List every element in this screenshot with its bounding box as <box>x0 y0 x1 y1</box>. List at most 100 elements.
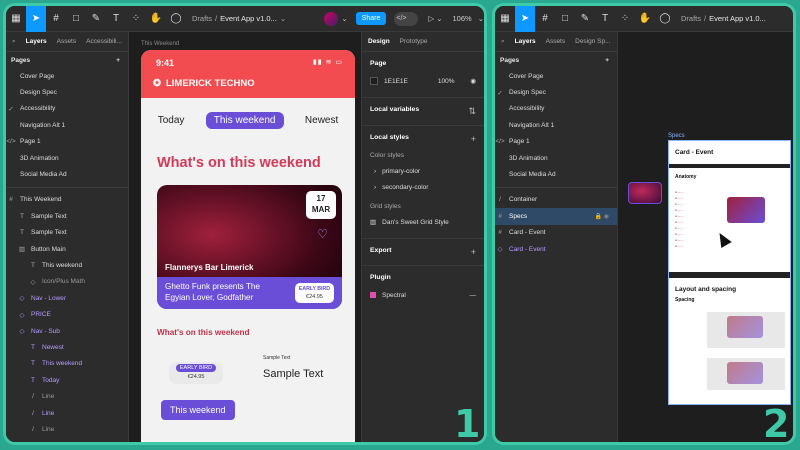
layer-item[interactable]: ▥ Button Main <box>6 241 128 257</box>
move-tool-icon[interactable]: ➤ <box>515 6 535 32</box>
heart-icon[interactable]: ♡ <box>317 227 328 241</box>
tab-design-spec[interactable]: Design Sp... <box>575 38 610 45</box>
grid-style-row[interactable]: ▥ Dan's Sweet Grid Style <box>370 214 476 230</box>
eye-icon[interactable]: ◉ <box>470 77 476 85</box>
tab-assets[interactable]: Assets <box>57 38 77 45</box>
comment-tool-icon[interactable]: ◯ <box>655 6 675 32</box>
this-weekend-button[interactable]: This weekend <box>161 400 235 420</box>
main-menu-icon[interactable]: ▦ <box>495 6 515 32</box>
layer-item[interactable]: T This weekend <box>6 356 128 372</box>
search-icon[interactable]: ⌕ <box>12 38 16 46</box>
layer-item[interactable]: ◇ PRICE <box>6 306 128 322</box>
event-card[interactable]: 17 MAR ♡ Flannerys Bar Limerick Ghetto F… <box>157 185 342 309</box>
layer-item[interactable]: ◇ Nav - Lower <box>6 290 128 306</box>
tab-layers[interactable]: Layers <box>515 38 536 45</box>
breadcrumb[interactable]: Drafts / Event App v1.0... <box>681 14 766 23</box>
page-item[interactable]: Navigation Alt 1 <box>495 117 617 133</box>
tab-accessibility[interactable]: Accessibili... <box>86 38 122 45</box>
layer-item[interactable]: / Line <box>6 405 128 421</box>
layer-item[interactable]: ◇ Icon/Plus Math <box>6 274 128 290</box>
color-style-name[interactable]: secondary-color <box>382 184 428 191</box>
dev-mode-toggle[interactable]: </> <box>394 11 419 26</box>
page-item[interactable]: </> Page 1 <box>6 134 128 150</box>
layer-item[interactable]: T Today <box>6 372 128 388</box>
page-opacity[interactable]: 100% <box>438 78 455 85</box>
present-icon[interactable]: ▷ ⌄ <box>428 14 442 23</box>
page-fill-row[interactable]: 1E1E1E 100% ◉ <box>370 73 476 89</box>
plugin-name[interactable]: Spectral <box>382 292 406 299</box>
breadcrumb-drafts[interactable]: Drafts <box>681 14 701 23</box>
layer-item[interactable]: T Sample Text <box>6 208 128 224</box>
page-item[interactable]: Navigation Alt 1 <box>6 117 128 133</box>
page-item[interactable]: Accessibility <box>495 101 617 117</box>
chevron-down-icon[interactable]: ⌄ <box>341 14 347 23</box>
frame-label[interactable]: This Weekend <box>141 41 179 47</box>
add-page-icon[interactable]: + <box>116 57 120 64</box>
main-menu-icon[interactable]: ▦ <box>6 6 26 32</box>
nav-today[interactable]: Today <box>158 115 185 126</box>
pen-tool-icon[interactable]: ✎ <box>575 6 595 32</box>
components-icon[interactable]: ⁘ <box>126 6 146 32</box>
chevron-down-icon[interactable]: ⌄ <box>280 14 286 23</box>
frame-tool-icon[interactable]: # <box>46 6 66 32</box>
chevron-down-icon[interactable]: ⌄ <box>478 14 484 23</box>
layer-item[interactable]: / Line <box>6 421 128 437</box>
layer-item[interactable]: / Line <box>6 388 128 404</box>
page-item[interactable]: ✓ Design Spec <box>495 84 617 100</box>
comment-tool-icon[interactable]: ◯ <box>166 6 186 32</box>
shape-tool-icon[interactable]: □ <box>555 6 575 32</box>
layer-item[interactable]: T This weekend <box>6 257 128 273</box>
file-name[interactable]: Event App v1.0... <box>709 14 766 23</box>
nav-this-weekend[interactable]: This weekend <box>205 112 284 129</box>
add-style-icon[interactable]: + <box>471 134 476 144</box>
lock-visibility-icon[interactable]: 🔒 ◉ <box>595 213 609 220</box>
page-item[interactable]: Social Media Ad <box>495 166 617 182</box>
breadcrumb-drafts[interactable]: Drafts <box>192 14 212 23</box>
hand-tool-icon[interactable]: ✋ <box>146 6 166 32</box>
selected-card-thumbnail[interactable] <box>628 182 662 204</box>
search-icon[interactable]: ⌕ <box>501 38 505 46</box>
color-style-name[interactable]: primary-color <box>382 168 420 175</box>
tab-assets[interactable]: Assets <box>546 38 566 45</box>
plugin-row[interactable]: Spectral — <box>370 287 476 303</box>
add-export-icon[interactable]: + <box>471 247 476 257</box>
page-color-hex[interactable]: 1E1E1E <box>384 78 408 85</box>
page-item[interactable]: 3D Animation <box>495 150 617 166</box>
layer-item[interactable]: T What's on this weekend <box>6 438 128 442</box>
layer-item[interactable]: / Container <box>495 192 617 208</box>
color-swatch[interactable] <box>370 77 378 85</box>
components-icon[interactable]: ⁘ <box>615 6 635 32</box>
move-tool-icon[interactable]: ➤ <box>26 6 46 32</box>
page-item[interactable]: </> Page 1 <box>495 134 617 150</box>
tab-design[interactable]: Design <box>368 38 390 45</box>
breadcrumb[interactable]: Drafts / Event App v1.0... ⌄ <box>192 14 286 23</box>
nav-newest[interactable]: Newest <box>305 115 338 126</box>
grid-style-name[interactable]: Dan's Sweet Grid Style <box>382 219 449 226</box>
layer-item[interactable]: ◇ Card - Event <box>495 241 617 257</box>
text-tool-icon[interactable]: T <box>106 6 126 32</box>
share-button[interactable]: Share <box>355 12 387 25</box>
shape-tool-icon[interactable]: □ <box>66 6 86 32</box>
file-name[interactable]: Event App v1.0... <box>220 14 277 23</box>
avatar[interactable] <box>324 11 339 26</box>
color-style-row[interactable]: › secondary-color <box>370 179 476 195</box>
tab-layers[interactable]: Layers <box>26 38 47 45</box>
layer-item[interactable]: # Specs 🔒 ◉ <box>495 208 617 225</box>
phone-frame[interactable]: 9:41 ▮▮ ≋ ▭ ✪ LIMERICK TECHNO Today This… <box>141 50 355 442</box>
hand-tool-icon[interactable]: ✋ <box>635 6 655 32</box>
settings-icon[interactable]: ⇅ <box>468 106 476 117</box>
local-variables-title[interactable]: Local variables <box>370 106 419 117</box>
frame-tool-icon[interactable]: # <box>535 6 555 32</box>
layer-item[interactable]: # Card - Event <box>495 225 617 241</box>
zoom-level[interactable]: 106% <box>453 14 472 23</box>
layer-item[interactable]: T Sample Text <box>6 225 128 241</box>
tab-prototype[interactable]: Prototype <box>400 38 428 45</box>
page-item[interactable]: ✓ Accessibility <box>6 101 128 117</box>
color-style-row[interactable]: › primary-color <box>370 163 476 179</box>
price-chip[interactable]: EARLY BIRD €24.95 <box>169 362 223 384</box>
layer-item[interactable]: ◇ Nav - Sub <box>6 323 128 339</box>
page-item[interactable]: 3D Animation <box>6 150 128 166</box>
pen-tool-icon[interactable]: ✎ <box>86 6 106 32</box>
specs-board[interactable]: Card - Event Anatomy ● ─ ─ ● ─ ─ ● ─ ─ ● ─ … <box>668 140 791 405</box>
layer-item[interactable]: T Newest <box>6 339 128 355</box>
